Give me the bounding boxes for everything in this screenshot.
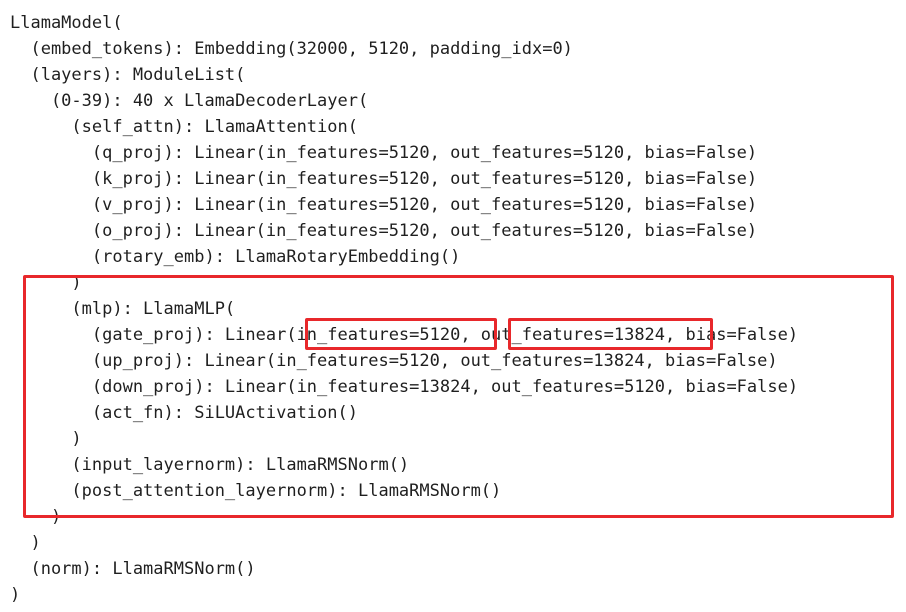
code-line-post-attn-norm: (post_attention_layernorm): LlamaRMSNorm… xyxy=(10,481,502,501)
code-line-decoder-layers: (0-39): 40 x LlamaDecoderLayer( xyxy=(10,91,369,111)
code-line-self-attn: (self_attn): LlamaAttention( xyxy=(10,117,358,137)
code-output-panel: LlamaModel( (embed_tokens): Embedding(32… xyxy=(0,0,906,612)
code-line-gate-proj: (gate_proj): Linear(in_features=5120, ou… xyxy=(10,325,799,345)
code-line-rotary-emb: (rotary_emb): LlamaRotaryEmbedding() xyxy=(10,247,461,267)
code-line-input-layernorm: (input_layernorm): LlamaRMSNorm() xyxy=(10,455,410,475)
code-line-act-fn: (act_fn): SiLUActivation() xyxy=(10,403,358,423)
code-line-v-proj: (v_proj): Linear(in_features=5120, out_f… xyxy=(10,195,758,215)
code-line-q-proj: (q_proj): Linear(in_features=5120, out_f… xyxy=(10,143,758,163)
code-line-layers-close: ) xyxy=(10,533,41,553)
code-line-embed-tokens: (embed_tokens): Embedding(32000, 5120, p… xyxy=(10,39,573,59)
code-line-up-proj: (up_proj): Linear(in_features=5120, out_… xyxy=(10,351,778,371)
code-line-model: LlamaModel( xyxy=(10,13,123,33)
code-line-self-attn-close: ) xyxy=(10,273,82,293)
code-line-o-proj: (o_proj): Linear(in_features=5120, out_f… xyxy=(10,221,758,241)
code-line-k-proj: (k_proj): Linear(in_features=5120, out_f… xyxy=(10,169,758,189)
code-line-decoder-close: ) xyxy=(10,507,62,527)
code-line-down-proj: (down_proj): Linear(in_features=13824, o… xyxy=(10,377,799,397)
code-line-layers: (layers): ModuleList( xyxy=(10,65,246,85)
code-line-mlp-close: ) xyxy=(10,429,82,449)
code-line-norm: (norm): LlamaRMSNorm() xyxy=(10,559,256,579)
code-line-model-close: ) xyxy=(10,585,21,605)
code-line-mlp: (mlp): LlamaMLP( xyxy=(10,299,236,319)
